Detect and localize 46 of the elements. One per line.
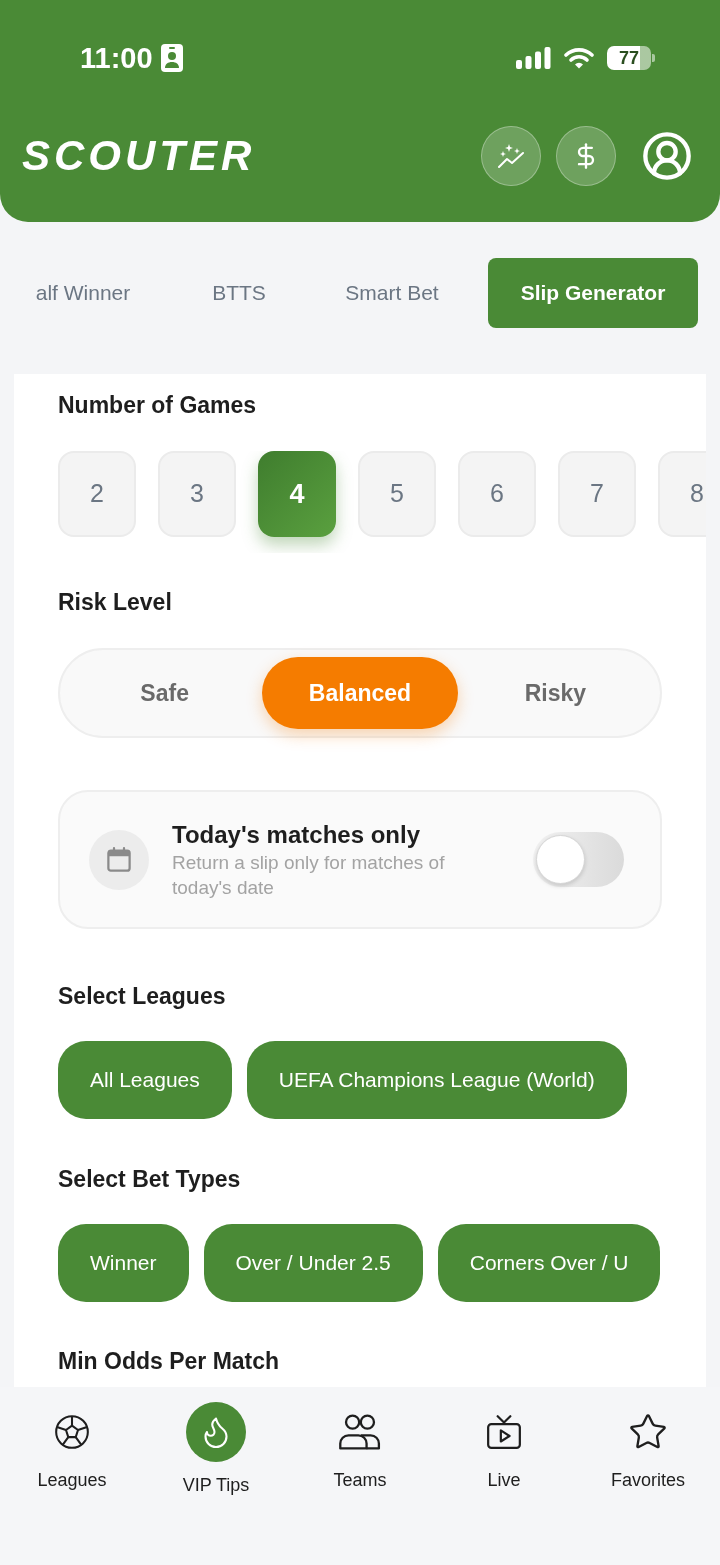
nav-item[interactable]: VIP Tips (144, 1402, 288, 1496)
id-card-icon (160, 44, 183, 72)
sparkle-chart-icon (497, 143, 525, 169)
battery-indicator: 77 (607, 46, 655, 70)
signal-icon (516, 47, 551, 69)
tab[interactable]: alf Winner (14, 258, 152, 328)
game-count-option[interactable]: 4 (258, 451, 336, 537)
section-heading: Select Leagues (58, 982, 226, 1010)
flame-icon (186, 1402, 246, 1462)
insights-button[interactable] (481, 126, 541, 186)
risk-option[interactable]: Safe (67, 657, 263, 729)
filter-chip[interactable]: Winner (58, 1224, 189, 1302)
section-heading: Min Odds Per Match (58, 1347, 280, 1375)
profile-icon[interactable] (641, 130, 693, 182)
game-count-option[interactable]: 5 (358, 451, 436, 537)
risk-option[interactable]: Balanced (262, 657, 458, 729)
game-count-option[interactable]: 3 (158, 451, 236, 537)
tab[interactable]: Smart Bet (326, 258, 458, 328)
nav-item[interactable]: Leagues (0, 1402, 144, 1491)
nav-item[interactable]: Live (432, 1402, 576, 1491)
game-count-option[interactable]: 7 (558, 451, 636, 537)
filter-chip[interactable]: Over / Under 2.5 (203, 1224, 423, 1302)
pricing-button[interactable] (556, 126, 616, 186)
tab[interactable]: Slip Generator (488, 258, 698, 328)
tab[interactable]: BTTS (182, 258, 296, 328)
today-only-toggle[interactable] (533, 832, 624, 887)
section-heading: Select Bet Types (58, 1165, 241, 1193)
section-heading: Number of Games (58, 391, 257, 419)
risk-option[interactable]: Risky (457, 657, 653, 729)
filter-chip[interactable]: Corners Over / U (437, 1224, 661, 1302)
wifi-icon (564, 47, 594, 69)
filter-chip[interactable]: All Leagues (58, 1041, 232, 1119)
nav-item[interactable]: Favorites (576, 1402, 720, 1491)
filter-title: Today's matches only (172, 819, 420, 850)
game-count-option[interactable]: 8 (658, 451, 706, 537)
game-count-option[interactable]: 6 (458, 451, 536, 537)
soccer-ball-icon (53, 1413, 91, 1451)
nav-item[interactable]: Teams (288, 1402, 432, 1491)
status-time: 11:00 (80, 43, 153, 73)
filter-description: Return a slip only for matches of today's date (172, 850, 446, 900)
filter-chip[interactable]: UEFA Champions League (World) (246, 1041, 627, 1119)
tv-play-icon (485, 1413, 523, 1451)
people-icon (337, 1412, 383, 1452)
app-logo: SCOUTER (22, 135, 256, 177)
section-heading: Risk Level (58, 588, 172, 616)
game-count-option[interactable]: 2 (58, 451, 136, 537)
